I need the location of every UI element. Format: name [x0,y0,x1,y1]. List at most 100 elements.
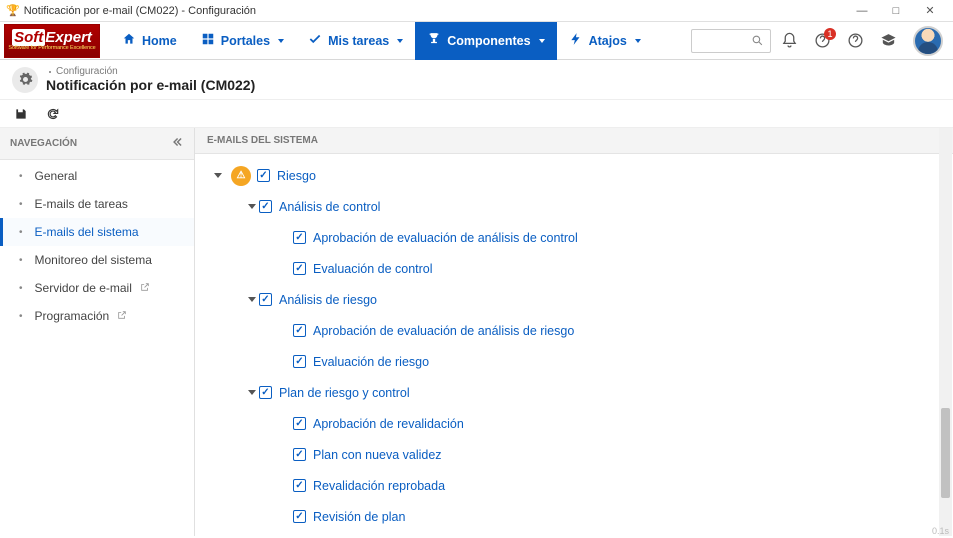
chevron-down-icon [397,39,403,43]
portal-icon [201,32,215,49]
search-input[interactable] [691,29,771,53]
tree-label[interactable]: Revalidación reprobada [313,479,445,493]
question-icon[interactable] [847,32,864,49]
help-badge: 1 [824,28,836,40]
tree-label[interactable]: Análisis de control [279,200,380,214]
gear-icon [12,67,38,93]
vertical-scrollbar[interactable] [939,128,952,536]
tree-label[interactable]: Aprobación de revalidación [313,417,464,431]
tree-checkbox[interactable] [259,200,272,213]
tree-toggle[interactable] [245,204,259,209]
window-maximize-button[interactable]: □ [879,1,913,21]
tree-checkbox[interactable] [259,386,272,399]
check-icon [308,32,322,49]
scrollbar-thumb[interactable] [941,408,950,498]
nav-atajos[interactable]: Atajos [557,22,653,60]
tree-checkbox[interactable] [257,169,270,182]
tree-label[interactable]: Plan de riesgo y control [279,386,410,400]
nav-componentes[interactable]: Componentes [415,22,556,60]
tree-checkbox[interactable] [293,355,306,368]
home-icon [122,32,136,49]
app-icon: 🏆 [6,4,20,17]
breadcrumb[interactable]: Configuración [46,66,255,77]
tree-group-0: Análisis de control [205,191,943,222]
tree-checkbox[interactable] [293,324,306,337]
tree-group-2: Plan de riesgo y control [205,377,943,408]
tree-toggle[interactable] [245,390,259,395]
sidebar-item-4[interactable]: Servidor de e-mail [0,274,194,302]
sidebar: NAVEGACIÓN General E-mails de tareas E-mai… [0,128,195,536]
tree-label[interactable]: Evaluación de control [313,262,433,276]
external-link-icon [140,282,150,295]
top-nav: SoftExpert Software for Performance Exce… [0,22,953,60]
tree-checkbox[interactable] [259,293,272,306]
nav-home[interactable]: Home [110,22,189,60]
tree-leaf-1-1: Evaluación de riesgo [205,346,943,377]
chevron-down-icon [278,39,284,43]
nav-mistareas[interactable]: Mis tareas [296,22,415,60]
chevron-down-icon [635,39,641,43]
nav-componentes-label: Componentes [447,34,530,48]
tree-leaf-1-0: Aprobación de evaluación de análisis de … [205,315,943,346]
tree-checkbox[interactable] [293,262,306,275]
sidebar-header: NAVEGACIÓN [0,128,194,160]
help-icon[interactable]: 1 [814,32,831,49]
sidebar-item-5[interactable]: Programación [0,302,194,330]
sidebar-item-0[interactable]: General [0,162,194,190]
tree-label[interactable]: Plan con nueva validez [313,448,442,462]
sidebar-item-3[interactable]: Monitoreo del sistema [0,246,194,274]
sidebar-item-label: Programación [35,309,110,323]
breadcrumb-label: Configuración [56,66,118,77]
toolbar [0,100,953,128]
save-button[interactable] [14,107,28,121]
tree-leaf-0-1: Evaluación de control [205,253,943,284]
tree-leaf-2-2: Revalidación reprobada [205,470,943,501]
tree-toggle[interactable] [211,173,225,178]
version-label: 0.1s [932,526,949,536]
tree-label[interactable]: Análisis de riesgo [279,293,377,307]
grad-cap-icon[interactable] [880,32,897,49]
tree-root: ⚠ Riesgo [205,160,943,191]
collapse-icon[interactable] [170,135,184,152]
refresh-button[interactable] [46,107,60,121]
tree-checkbox[interactable] [293,448,306,461]
tree-checkbox[interactable] [293,479,306,492]
tree-label[interactable]: Riesgo [277,169,316,183]
tree-leaf-2-0: Aprobación de revalidación [205,408,943,439]
sidebar-item-label: E-mails del sistema [35,225,139,239]
risk-icon: ⚠ [231,166,251,186]
sidebar-item-label: E-mails de tareas [35,197,128,211]
nav-portales[interactable]: Portales [189,22,296,60]
tree-label[interactable]: Aprobación de evaluación de análisis de … [313,231,578,245]
tree-label[interactable]: Evaluación de riesgo [313,355,429,369]
nav-portales-label: Portales [221,34,270,48]
sidebar-item-label: Servidor de e-mail [35,281,132,295]
nav-atajos-label: Atajos [589,34,627,48]
window-titlebar: 🏆 Notificación por e-mail (CM022) - Conf… [0,0,953,22]
search-icon [751,34,764,47]
trophy-icon [427,32,441,49]
window-close-button[interactable]: ✕ [913,1,947,21]
tree-label[interactable]: Aprobación de evaluación de análisis de … [313,324,574,338]
tree-group-1: Análisis de riesgo [205,284,943,315]
main-header: E-MAILS DEL SISTEMA [195,128,953,154]
brand-logo[interactable]: SoftExpert Software for Performance Exce… [4,24,100,58]
nav-mistareas-label: Mis tareas [328,34,389,48]
user-avatar[interactable] [913,26,943,56]
tree-leaf-2-1: Plan con nueva validez [205,439,943,470]
sidebar-header-label: NAVEGACIÓN [10,138,77,149]
tree-leaf-0-0: Aprobación de evaluación de análisis de … [205,222,943,253]
tree-checkbox[interactable] [293,231,306,244]
sidebar-item-1[interactable]: E-mails de tareas [0,190,194,218]
tree-checkbox[interactable] [293,510,306,523]
window-minimize-button[interactable]: — [845,1,879,21]
tree-label[interactable]: Revisión de plan [313,510,405,524]
bolt-icon [569,32,583,49]
main-content: E-MAILS DEL SISTEMA ⚠ Riesgo Análisis de c… [195,128,953,536]
chevron-down-icon [539,39,545,43]
bell-icon[interactable] [781,32,798,49]
sidebar-item-2[interactable]: E-mails del sistema [0,218,194,246]
external-link-icon [117,310,127,323]
tree-checkbox[interactable] [293,417,306,430]
tree-toggle[interactable] [245,297,259,302]
